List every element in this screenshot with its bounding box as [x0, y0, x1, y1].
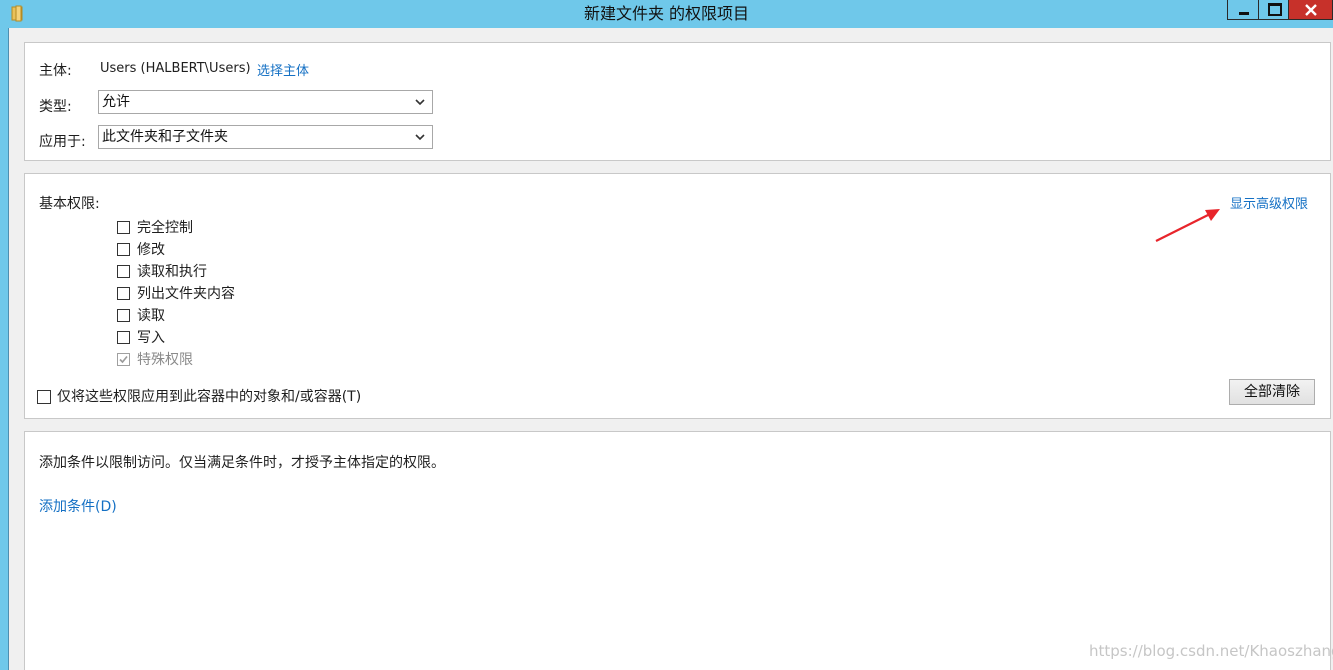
principal-label: 主体:	[39, 63, 72, 79]
add-condition-link[interactable]: 添加条件(D)	[39, 496, 117, 516]
permission-label: 完全控制	[137, 220, 193, 236]
permission-label: 写入	[137, 330, 165, 346]
applies-to-label: 应用于:	[39, 134, 86, 150]
close-button[interactable]	[1289, 0, 1333, 20]
principal-value: Users (HALBERT\Users)	[100, 61, 251, 76]
checkbox[interactable]	[37, 390, 51, 404]
window-border	[0, 28, 9, 670]
permission-label: 特殊权限	[137, 352, 193, 368]
chevron-down-icon	[415, 134, 425, 141]
checkmark-icon	[119, 355, 128, 364]
permission-label: 修改	[137, 242, 165, 258]
checkbox[interactable]	[117, 309, 130, 322]
checkbox[interactable]	[117, 331, 130, 344]
permission-label: 读取	[137, 308, 165, 324]
minimize-button[interactable]	[1227, 0, 1259, 20]
close-icon	[1305, 4, 1317, 16]
apply-only-label: 仅将这些权限应用到此容器中的对象和/或容器(T)	[57, 389, 362, 405]
annotation-arrow-icon	[1155, 209, 1220, 242]
checkbox-checked-disabled	[117, 353, 130, 366]
condition-description: 添加条件以限制访问。仅当满足条件时，才授予主体指定的权限。	[39, 455, 445, 471]
checkbox[interactable]	[117, 243, 130, 256]
type-select[interactable]: 允许	[98, 90, 433, 114]
clear-all-button[interactable]: 全部清除	[1229, 379, 1315, 405]
permission-label: 列出文件夹内容	[137, 286, 235, 302]
applies-to-select-value: 此文件夹和子文件夹	[102, 129, 228, 145]
type-select-value: 允许	[102, 94, 130, 110]
maximize-button[interactable]	[1259, 0, 1289, 20]
watermark: https://blog.csdn.net/Khaoszhang	[1089, 642, 1333, 660]
checkbox[interactable]	[117, 287, 130, 300]
applies-to-select[interactable]: 此文件夹和子文件夹	[98, 125, 433, 149]
show-advanced-permissions-link[interactable]: 显示高级权限	[1230, 193, 1308, 212]
type-label: 类型:	[39, 99, 72, 115]
title-bar: 新建文件夹 的权限项目	[0, 0, 1333, 28]
checkbox[interactable]	[117, 221, 130, 234]
permission-label: 读取和执行	[137, 264, 207, 280]
window-title: 新建文件夹 的权限项目	[583, 4, 750, 23]
chevron-down-icon	[415, 99, 425, 106]
basic-permissions-label: 基本权限:	[39, 196, 100, 212]
checkbox[interactable]	[117, 265, 130, 278]
select-principal-link[interactable]: 选择主体	[257, 60, 309, 79]
